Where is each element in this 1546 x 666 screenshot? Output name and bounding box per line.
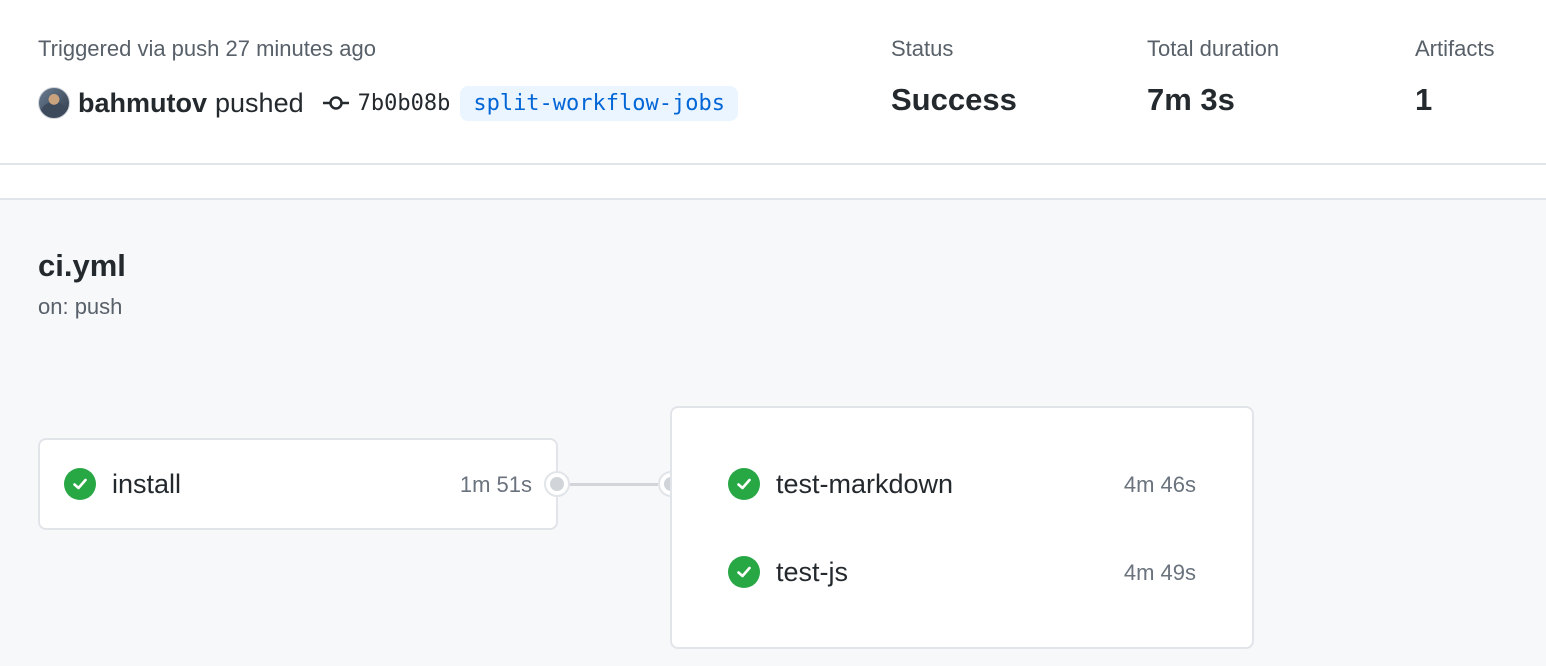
job-name: install [112,468,182,499]
duration-value: 7m 3s [1147,82,1235,117]
git-commit-icon [322,96,349,110]
branch-badge[interactable]: split-workflow-jobs [460,85,738,121]
actor-row: bahmutov pushed 7b0b08b split-workflow-j… [38,84,738,122]
check-circle-icon [728,468,760,500]
actor-link[interactable]: bahmutov [78,88,207,119]
trigger-text: Triggered via push 27 minutes ago [38,36,376,61]
artifacts-label: Artifacts [1415,36,1495,61]
job-test-js[interactable]: test-js [728,556,848,588]
status-value: Success [891,82,1017,117]
workflow-trigger: on: push [38,294,123,319]
dependency-line [570,483,658,486]
check-circle-icon [728,556,760,588]
connector-node-out [544,471,570,497]
action-text: pushed [215,87,304,118]
workflow-file-name: ci.yml [38,248,126,283]
run-summary: Triggered via push 27 minutes ago bahmut… [0,0,1546,165]
duration-label: Total duration [1147,36,1280,61]
job-test-markdown[interactable]: test-markdown [728,468,953,500]
avatar[interactable] [38,87,70,119]
job-duration: 4m 49s [1123,560,1196,585]
commit-sha-link[interactable]: 7b0b08b [358,91,451,116]
workflow-graph: ci.yml on: push install 1m 51s test-mark… [0,198,1546,666]
job-group-card: test-markdown 4m 46s test-js 4m 49s [670,406,1254,649]
artifacts-count[interactable]: 1 [1415,82,1432,118]
job-name: test-markdown [776,468,954,499]
job-name: test-js [776,556,849,587]
check-circle-icon [64,468,96,500]
job-card-install[interactable]: install 1m 51s [38,438,558,530]
job-duration: 4m 46s [1123,472,1196,497]
status-label: Status [891,36,954,61]
job-install[interactable]: install [64,468,181,500]
job-duration: 1m 51s [459,472,532,497]
